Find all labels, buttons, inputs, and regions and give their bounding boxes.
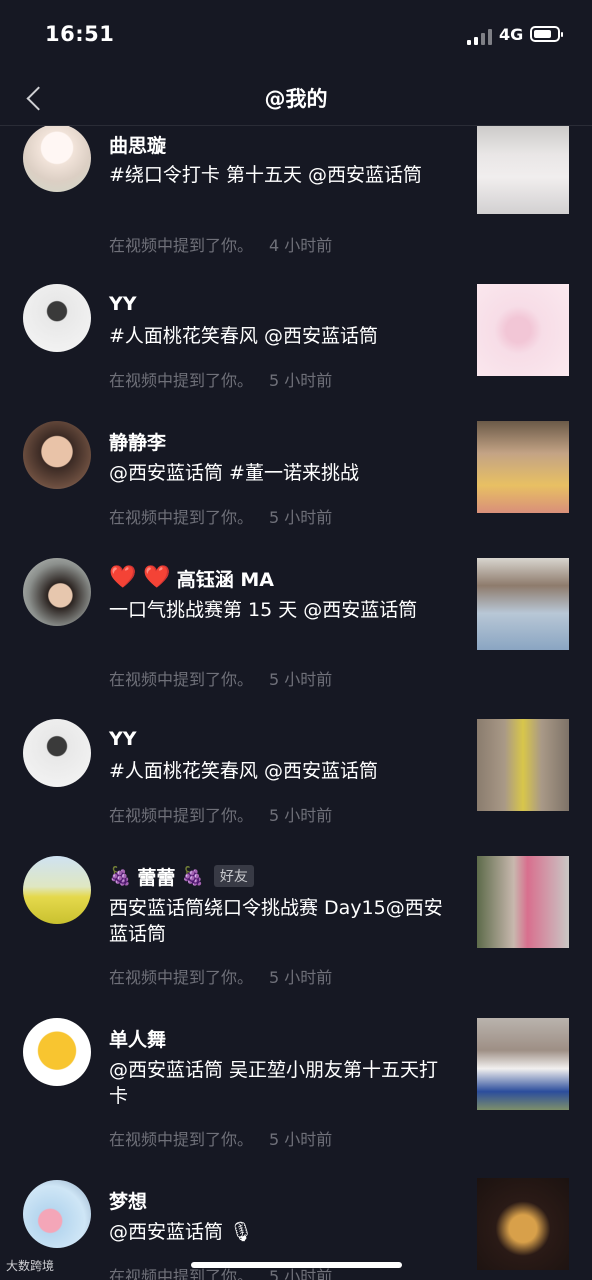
mention-time: 5 小时前	[269, 1130, 333, 1149]
mention-meta: 在视频中提到了你。 5 小时前	[109, 1126, 332, 1150]
video-thumbnail[interactable]	[477, 1178, 569, 1270]
grape-emoji-icon: 🍇	[109, 865, 132, 887]
video-thumbnail[interactable]	[477, 719, 569, 811]
avatar[interactable]	[23, 421, 91, 489]
mention-time: 4 小时前	[269, 236, 333, 255]
username[interactable]: 梦想	[109, 1187, 147, 1214]
username[interactable]: 蕾蕾	[137, 863, 175, 890]
status-bar: 16:51 4G	[0, 0, 592, 70]
mention-time: 5 小时前	[269, 508, 333, 527]
mention-text: #人面桃花笑春风 @西安蓝话筒	[109, 760, 378, 782]
username[interactable]: YY	[109, 728, 137, 750]
video-thumbnail[interactable]	[477, 421, 569, 513]
mention-note: 在视频中提到了你。	[109, 806, 254, 825]
name-row: 曲思璇	[109, 130, 166, 158]
home-indicator[interactable]	[191, 1262, 402, 1268]
battery-icon	[530, 26, 563, 42]
name-row: 单人舞	[109, 1024, 166, 1052]
grape-emoji-icon: 🍇	[181, 865, 204, 887]
video-thumbnail[interactable]	[477, 126, 569, 214]
page-title: @我的	[264, 87, 328, 111]
mention-text: #人面桃花笑春风 @西安蓝话筒	[109, 325, 378, 347]
mention-note: 在视频中提到了你。	[109, 236, 254, 255]
video-thumbnail[interactable]	[477, 1018, 569, 1110]
mention-note: 在视频中提到了你。	[109, 371, 254, 390]
avatar[interactable]	[23, 856, 91, 924]
mention-text: #绕口令打卡 第十五天 @西安蓝话筒	[109, 164, 422, 186]
mention-meta: 在视频中提到了你。 5 小时前	[109, 666, 332, 690]
name-row: 静静李	[109, 427, 166, 455]
username[interactable]: 静静李	[109, 428, 166, 455]
video-thumbnail[interactable]	[477, 558, 569, 650]
mention-text: 西安蓝话筒绕口令挑战赛 Day15@西安蓝话筒	[109, 897, 443, 945]
mention-text: @西安蓝话筒 🎙	[109, 1221, 254, 1243]
top-nav-bar: @我的	[0, 70, 592, 126]
avatar[interactable]	[23, 1180, 91, 1248]
signal-icon	[467, 29, 493, 45]
username[interactable]: 单人舞	[109, 1025, 166, 1052]
mention-meta: 在视频中提到了你。 4 小时前	[109, 232, 332, 256]
mention-meta: 在视频中提到了你。 5 小时前	[109, 802, 332, 826]
mention-text: @西安蓝话筒 #董一诺来挑战	[109, 462, 359, 484]
mention-time: 5 小时前	[269, 1267, 333, 1280]
avatar[interactable]	[23, 558, 91, 626]
avatar[interactable]	[23, 1018, 91, 1086]
avatar[interactable]	[23, 126, 91, 192]
video-thumbnail[interactable]	[477, 856, 569, 948]
username[interactable]: 高钰涵 MA	[177, 565, 274, 592]
name-row: YY	[109, 725, 137, 753]
mention-note: 在视频中提到了你。	[109, 1267, 254, 1280]
friend-badge: 好友	[213, 865, 254, 887]
status-time: 16:51	[45, 22, 115, 46]
name-row: ❤️ ❤️ 高钰涵 MA	[109, 564, 274, 592]
mention-meta: 在视频中提到了你。 5 小时前	[109, 367, 332, 391]
mention-time: 5 小时前	[269, 806, 333, 825]
username[interactable]: 曲思璇	[109, 131, 166, 158]
mention-text: 一口气挑战赛第 15 天 @西安蓝话筒	[109, 599, 418, 621]
mention-note: 在视频中提到了你。	[109, 670, 254, 689]
mention-list[interactable]: 曲思璇 #绕口令打卡 第十五天 @西安蓝话筒 在视频中提到了你。 4 小时前 YY…	[0, 126, 592, 1280]
mention-note: 在视频中提到了你。	[109, 508, 254, 527]
mention-meta: 在视频中提到了你。 5 小时前	[109, 504, 332, 528]
mention-note: 在视频中提到了你。	[109, 968, 254, 987]
name-row: YY	[109, 290, 137, 318]
mention-note: 在视频中提到了你。	[109, 1130, 254, 1149]
heart-emoji-icon: ❤️ ❤️	[109, 565, 171, 590]
mention-time: 5 小时前	[269, 670, 333, 689]
name-row: 🍇 蕾蕾 🍇 好友	[109, 862, 254, 890]
video-thumbnail[interactable]	[477, 284, 569, 376]
mention-meta: 在视频中提到了你。 5 小时前	[109, 964, 332, 988]
watermark-text: 大数跨境	[6, 1259, 55, 1273]
network-label: 4G	[499, 25, 524, 44]
mention-text: @西安蓝话筒 吴正堃小朋友第十五天打卡	[109, 1059, 439, 1107]
avatar[interactable]	[23, 719, 91, 787]
avatar[interactable]	[23, 284, 91, 352]
name-row: 梦想	[109, 1186, 147, 1214]
username[interactable]: YY	[109, 293, 137, 315]
mention-time: 5 小时前	[269, 371, 333, 390]
mention-time: 5 小时前	[269, 968, 333, 987]
